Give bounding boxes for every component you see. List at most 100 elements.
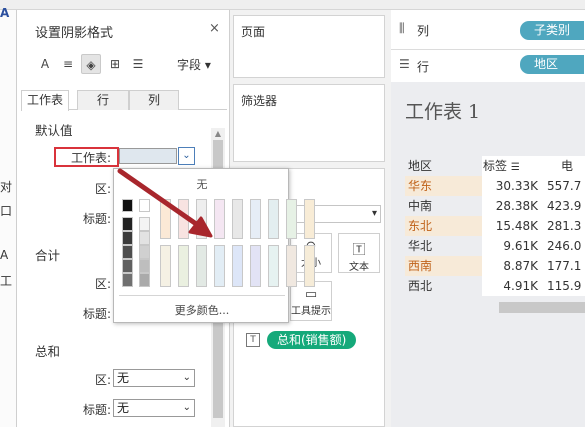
table-row[interactable]: 中南 28.38K 423.9 [391,196,585,216]
color-swatch[interactable] [139,259,150,273]
sheet-title: 工作表 1 [405,101,481,123]
more-colors-link[interactable]: 更多颜色... [114,302,290,318]
tooltip-button[interactable]: ▭ 工具提示 [290,281,332,321]
value-cell: 115.9 [543,276,585,296]
area-label: 区: [95,277,112,291]
color-swatch[interactable] [268,199,279,239]
table-row[interactable]: 华北 9.61K 246.0 [391,236,585,256]
left-cut-text: A [0,248,9,262]
align-icon[interactable]: ≡ [58,54,78,74]
text-label: 文本 [349,262,369,273]
region-cell: 华东 [405,176,482,196]
region-pill[interactable]: 地区 [520,55,584,74]
top-toolbar [0,0,585,10]
tooltip-icon: ▭ [304,287,318,302]
color-swatch[interactable] [250,245,261,287]
section-total: 合计 [35,248,61,263]
color-swatch[interactable] [122,259,133,273]
filters-shelf-title: 筛选器 [241,94,278,108]
chevron-down-icon[interactable]: ⌄ [178,147,195,165]
region-cell: 中南 [405,196,482,216]
columns-icon: ⫼ [399,21,405,35]
color-swatch[interactable] [214,245,225,287]
color-swatch[interactable] [139,273,150,287]
chevron-down-icon: ⌄ [182,372,191,383]
color-swatch[interactable] [122,245,133,259]
tab-columns[interactable]: 列 [129,90,179,110]
color-swatch[interactable] [139,245,150,259]
filters-shelf[interactable]: 筛选器 [233,84,385,162]
color-swatch[interactable] [122,273,133,287]
chevron-down-icon: ⌄ [182,402,191,413]
subcategory-pill[interactable]: 子类别 [520,21,584,40]
left-cut-pane: A 对 口 A 工 [0,6,17,427]
color-swatch[interactable] [286,245,297,287]
columns-shelf[interactable]: ⫼ 列 子类别 [391,14,585,46]
value-cell: 557.7 [543,176,585,196]
columns-rows-shelves: ⫼ 列 子类别 ☰ 行 地区 [391,10,585,82]
popup-separator [119,295,285,296]
table-row[interactable]: 西北 4.91K 115.9 [391,276,585,296]
worksheet-color-swatch[interactable] [119,148,177,164]
value-cell: 281.3 [543,216,585,236]
borders-icon[interactable]: ⊞ [105,54,125,74]
sum-sales-pill[interactable]: 总和(销售额) [267,331,357,349]
header-col1: 标签 ☰ [483,156,520,176]
color-swatch[interactable] [304,245,315,287]
format-tabs: 工作表 行 列 [21,90,227,111]
lines-icon[interactable]: ☰ [128,54,148,74]
color-swatch[interactable] [304,199,315,239]
color-swatch[interactable] [160,245,171,287]
header-col2: 电 [561,159,574,173]
tab-worksheet[interactable]: 工作表 [21,90,69,111]
grand-total-area-select[interactable]: 无 ⌄ [113,369,195,387]
font-icon[interactable]: A [35,54,55,74]
text-icon: 🅃 [352,243,366,258]
select-value: 无 [117,401,130,415]
color-swatch[interactable] [178,245,189,287]
close-icon[interactable]: × [209,21,220,36]
worksheet-view: 工作表 1 地区 标签 ☰ 电 标签 ☰ 电 华东30.33K557.7中南28… [391,82,585,427]
area-label: 区: [95,373,112,387]
value-cell: 15.48K [482,216,543,236]
section-default: 默认值 [35,123,73,138]
color-swatch[interactable] [286,199,297,239]
worksheet-label: 工作表: [71,151,112,165]
color-swatch[interactable] [232,199,243,239]
table-row[interactable]: 西南 8.87K 177.1 [391,256,585,276]
shading-icon[interactable]: ◈ [81,54,101,74]
header-col1-text: 标签 [483,159,508,173]
header-region: 地区 [408,159,433,173]
table-row[interactable]: 东北 15.48K 281.3 [391,216,585,236]
region-cell: 东北 [405,216,482,236]
left-cut-text: 口 [0,204,13,218]
scroll-up-icon[interactable]: ▲ [213,129,223,139]
text-button[interactable]: 🅃 文本 [338,233,380,273]
rows-shelf[interactable]: ☰ 行 地区 [391,49,585,81]
value-cell: 8.87K [482,256,543,276]
header-label: 标题: [83,403,112,417]
value-cell: 4.91K [482,276,543,296]
grand-total-header-select[interactable]: 无 ⌄ [113,399,195,417]
columns-label: 列 [417,24,430,38]
value-cell: 9.61K [482,236,543,256]
panel-title: 设置阴影格式 [35,26,114,41]
horizontal-scrollbar[interactable] [499,302,585,313]
region-cell: 西北 [405,276,482,296]
pages-shelf[interactable]: 页面 [233,15,385,78]
select-value: 无 [117,371,130,385]
sort-icon[interactable]: ☰ [511,162,520,173]
value-cell: 28.38K [482,196,543,216]
pages-shelf-title: 页面 [241,25,266,39]
color-swatch[interactable] [250,199,261,239]
value-cell: 423.9 [543,196,585,216]
tab-rows[interactable]: 行 [77,90,129,110]
table-row[interactable]: 华东 30.33K 557.7 [391,176,585,196]
text-mark-icon: T [246,333,260,347]
color-swatch[interactable] [232,245,243,287]
color-swatch[interactable] [196,245,207,287]
annotation-arrow [117,168,213,238]
color-swatch[interactable] [268,245,279,287]
field-dropdown[interactable]: 字段 ▾ [177,56,211,73]
header-label: 标题: [83,212,112,226]
